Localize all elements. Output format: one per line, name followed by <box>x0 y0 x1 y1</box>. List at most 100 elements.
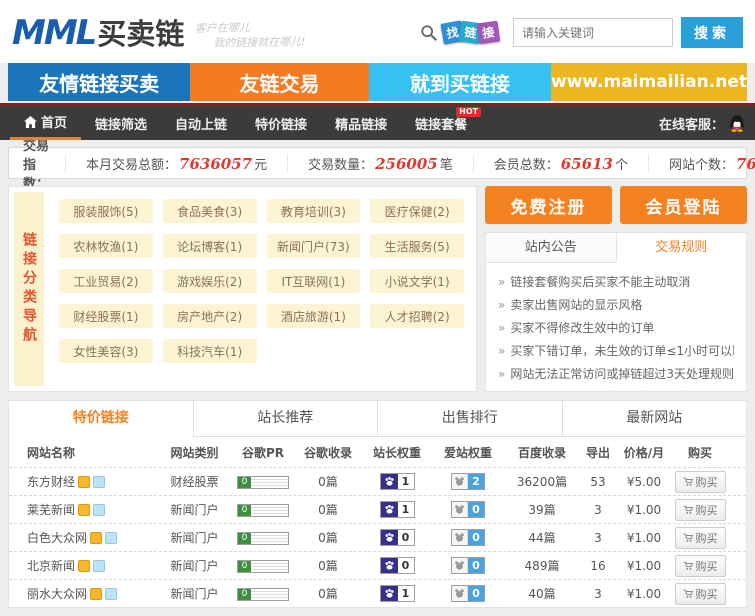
outlink-count: 53 <box>580 475 616 489</box>
category-item[interactable]: 食品美食(3) <box>163 199 257 223</box>
nav-item-special-links[interactable]: 特价链接 <box>241 106 321 140</box>
aizhan-weight-badge: 0 <box>451 529 485 546</box>
site-badge-orange-icon <box>90 532 102 544</box>
nav-item-home[interactable]: 首页 <box>10 106 81 140</box>
category-item[interactable]: 人才招聘(2) <box>370 304 464 328</box>
col-google-pr: 谷歌PR <box>232 444 294 461</box>
buy-button[interactable]: 购买 <box>675 527 726 549</box>
nav-item-auto-link[interactable]: 自动上链 <box>161 106 241 140</box>
banner-friend-link[interactable]: 友链交易 <box>190 63 369 101</box>
site-name-link[interactable]: 莱芜新闻 <box>27 501 75 518</box>
site-badge-orange-icon <box>78 504 90 516</box>
site-logo[interactable]: MML 买卖链 <box>12 12 184 50</box>
nav-item-link-package[interactable]: 链接套餐 HOT <box>401 106 481 140</box>
rule-item[interactable]: »卖家出售网站的显示风格 <box>498 294 734 317</box>
online-service-label: 在线客服： <box>659 114 724 133</box>
aizhan-icon <box>452 586 468 601</box>
category-item[interactable]: 新闻门户(73) <box>267 234 361 258</box>
nav-item-link-filter[interactable]: 链接筛选 <box>81 106 161 140</box>
cart-icon <box>683 505 693 515</box>
rule-item[interactable]: »链接不得以以下对搜索引擎无效的形式展示 <box>498 386 734 392</box>
category-item[interactable]: 游戏娱乐(2) <box>163 269 257 293</box>
webmaster-weight-badge: 0 <box>380 529 415 546</box>
paw-icon <box>381 558 398 573</box>
tab-sales-ranking[interactable]: 出售排行 <box>377 401 562 437</box>
tile-jie-icon: 接 <box>477 21 501 45</box>
nav-item-label: 特价链接 <box>255 114 307 133</box>
search-input[interactable] <box>513 18 673 47</box>
outlink-count: 3 <box>580 587 616 601</box>
tab-special-links[interactable]: 特价链接 <box>9 401 193 437</box>
site-name-link[interactable]: 北京新闻 <box>27 557 75 574</box>
buy-button[interactable]: 购买 <box>675 583 726 605</box>
search-button[interactable]: 搜索 <box>681 17 743 48</box>
col-outlinks: 导出 <box>580 444 616 461</box>
rule-item[interactable]: »网站无法正常访问或掉链超过3天处理规则 <box>498 363 734 386</box>
stat-value: 65613 <box>559 155 615 173</box>
google-pr-bar: 0 <box>237 504 289 517</box>
stat-unit: 个 <box>615 158 628 173</box>
table-row: 东方财经 财经股票 0 0篇 1 2 36200篇 53 ¥5.00 购买 <box>9 467 746 495</box>
paw-icon <box>381 502 398 517</box>
banner-site-url[interactable]: www.maimailian.net <box>551 63 747 101</box>
banner-link-trade[interactable]: 友情链接买卖 <box>8 63 190 101</box>
col-buy: 购买 <box>672 444 728 461</box>
col-site-name: 网站名称 <box>27 444 157 461</box>
tab-trade-rules[interactable]: 交易规则 <box>616 233 747 263</box>
tagline-line2: 我的链接就在哪儿! <box>213 34 306 51</box>
online-service[interactable]: 在线客服： <box>659 106 745 140</box>
tab-newest-sites[interactable]: 最新网站 <box>562 401 747 437</box>
rule-text: 买家不得修改生效中的订单 <box>510 321 654 335</box>
rule-arrow-icon: » <box>498 298 505 312</box>
register-button[interactable]: 免费注册 <box>485 186 612 224</box>
table-row: 白色大众网 新闻门户 0 0篇 0 0 44篇 3 ¥1.00 购买 <box>9 523 746 551</box>
category-item[interactable]: 服装服饰(5) <box>59 199 153 223</box>
category-item[interactable]: 酒店旅游(1) <box>267 304 361 328</box>
category-item[interactable]: 科技汽车(1) <box>163 339 257 363</box>
aizhan-weight-badge: 2 <box>451 473 485 490</box>
price-per-month: ¥5.00 <box>616 475 672 489</box>
google-index-value: 0篇 <box>294 501 362 518</box>
logo-mml-text: MML <box>12 12 95 50</box>
buy-button[interactable]: 购买 <box>675 499 726 521</box>
nav-item-premium-links[interactable]: 精品链接 <box>321 106 401 140</box>
tab-site-announcements[interactable]: 站内公告 <box>486 233 616 263</box>
tab-webmaster-picks[interactable]: 站长推荐 <box>193 401 378 437</box>
category-item[interactable]: 女性美容(3) <box>59 339 153 363</box>
login-button[interactable]: 会员登陆 <box>620 186 747 224</box>
price-per-month: ¥1.00 <box>616 559 672 573</box>
col-baidu-index: 百度收录 <box>504 444 580 461</box>
webmaster-weight-badge: 1 <box>380 585 415 602</box>
site-name-link[interactable]: 白色大众网 <box>27 529 87 546</box>
outlink-count: 3 <box>580 531 616 545</box>
logo-tagline: 客户在哪儿 我的链接就在哪儿! <box>195 19 306 51</box>
col-webmaster-weight: 站长权重 <box>362 444 432 461</box>
site-name-link[interactable]: 丽水大众网 <box>27 585 87 602</box>
buy-button[interactable]: 购买 <box>675 471 726 493</box>
cart-icon <box>683 589 693 599</box>
banner-buy-link[interactable]: 就到买链接 <box>369 63 551 101</box>
rule-item[interactable]: »买家下错订单，未生效的订单≤1小时可以取消 <box>498 340 734 363</box>
buy-button[interactable]: 购买 <box>675 555 726 577</box>
site-badge-orange-icon <box>90 588 102 600</box>
category-item[interactable]: 房产地产(2) <box>163 304 257 328</box>
site-name-link[interactable]: 东方财经 <box>27 473 75 490</box>
rule-item[interactable]: »买家不得修改生效中的订单 <box>498 317 734 340</box>
category-item[interactable]: IT互联网(1) <box>267 269 361 293</box>
category-item[interactable]: 工业贸易(2) <box>59 269 153 293</box>
price-per-month: ¥1.00 <box>616 503 672 517</box>
table-row: 莱芜新闻 新闻门户 0 0篇 1 0 39篇 3 ¥1.00 购买 <box>9 495 746 523</box>
stat-trade-count: 交易数量：256005笔 <box>287 154 473 173</box>
category-item[interactable]: 论坛博客(1) <box>163 234 257 258</box>
notice-tabs: 站内公告 交易规则 <box>486 233 746 263</box>
category-item[interactable]: 生活服务(5) <box>370 234 464 258</box>
rule-text: 网站无法正常访问或掉链超过3天处理规则 <box>510 367 734 381</box>
category-item[interactable]: 财经股票(1) <box>59 304 153 328</box>
category-item[interactable]: 医疗保健(2) <box>370 199 464 223</box>
rule-item[interactable]: »链接套餐购买后买家不能主动取消 <box>498 271 734 294</box>
category-item[interactable]: 农林牧渔(1) <box>59 234 153 258</box>
rule-arrow-icon: » <box>498 275 505 289</box>
paw-icon <box>381 530 398 545</box>
category-item[interactable]: 教育培训(3) <box>267 199 361 223</box>
category-item[interactable]: 小说文学(1) <box>370 269 464 293</box>
